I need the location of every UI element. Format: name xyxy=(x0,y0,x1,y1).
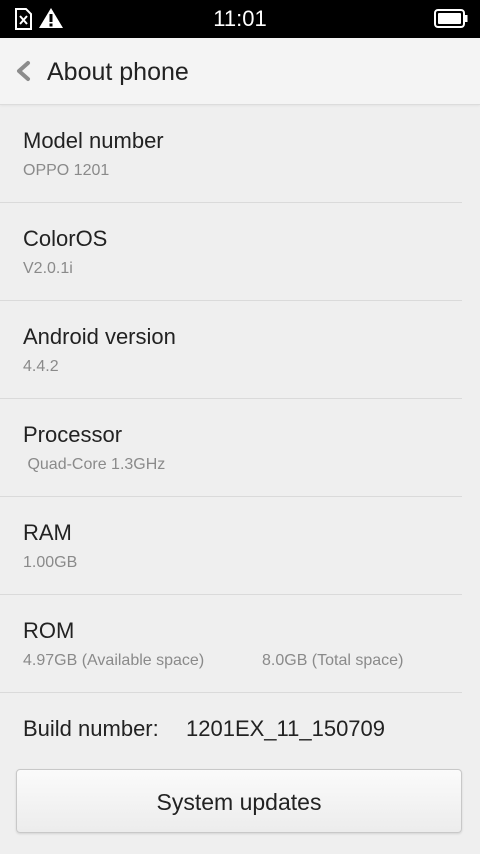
build-number-value: 1201EX_11_150709 xyxy=(186,716,386,741)
battery-icon xyxy=(434,9,468,28)
item-label: Processor xyxy=(23,422,123,447)
footer-bar: System updates xyxy=(0,752,480,854)
rom-total-value: 8.0GB (Total space) xyxy=(262,652,404,669)
item-value: V2.0.1i xyxy=(23,260,73,277)
status-bar: 11:01 xyxy=(0,0,480,38)
item-label: ROM xyxy=(23,618,75,643)
processor-row[interactable]: Processor Quad-Core 1.3GHz xyxy=(0,399,462,497)
item-label: Android version xyxy=(23,324,176,349)
item-value: Quad-Core 1.3GHz xyxy=(23,456,166,473)
ram-row[interactable]: RAM 1.00GB xyxy=(0,497,462,595)
chevron-left-icon[interactable] xyxy=(14,60,34,82)
item-label: RAM xyxy=(23,520,72,545)
system-updates-button[interactable]: System updates xyxy=(16,769,462,833)
coloros-row[interactable]: ColorOS V2.0.1i xyxy=(0,203,462,301)
item-value: 1.00GB xyxy=(23,554,78,571)
rom-available-value: 4.97GB (Available space) xyxy=(23,652,205,669)
item-label: Build number: xyxy=(23,716,159,741)
item-label: Model number xyxy=(23,128,164,153)
about-list: Model number OPPO 1201 ColorOS V2.0.1i A… xyxy=(0,105,480,790)
model-number-row[interactable]: Model number OPPO 1201 xyxy=(0,105,462,203)
item-value: OPPO 1201 xyxy=(23,162,110,179)
rom-row[interactable]: ROM 4.97GB (Available space) 8.0GB (Tota… xyxy=(0,595,462,693)
status-time: 11:01 xyxy=(213,6,267,31)
action-bar: About phone xyxy=(0,38,480,105)
page-title: About phone xyxy=(47,58,189,86)
item-label: ColorOS xyxy=(23,226,108,251)
item-value: 4.4.2 xyxy=(23,358,59,375)
android-version-row[interactable]: Android version 4.4.2 xyxy=(0,301,462,399)
